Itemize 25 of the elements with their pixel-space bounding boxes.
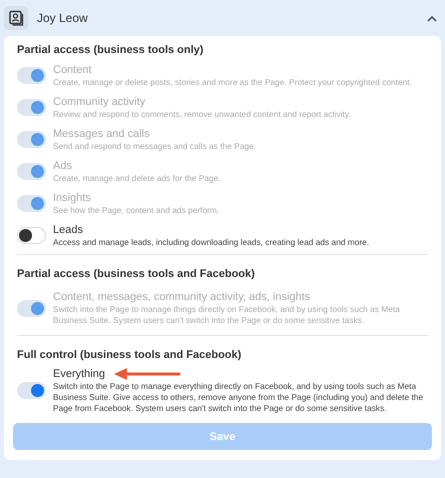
section-title: Partial access (business tools and Facebook) xyxy=(17,268,256,280)
permission-label: Insights xyxy=(53,192,91,204)
permission-label: Leads xyxy=(53,224,83,236)
permission-description: Access and manage leads, including downloading leads, creating lead ads and more. xyxy=(53,236,370,248)
permission-description: Create, manage or delete posts, stories and more as the Page. Protect your copyrighted content. xyxy=(53,76,413,88)
permission-description: Switch into the Page to manage things directly on Facebook, and by using tools such as Meta Business Suite. System users can't switch into the Page or do some sensitive tasks. xyxy=(53,304,401,326)
person-name: Joy Leow xyxy=(37,11,88,25)
section-title: Full control (business tools and Facebook) xyxy=(17,349,242,361)
permission-label: Content, messages, community activity, ads, insights xyxy=(53,290,310,304)
permission-label: Community activity xyxy=(53,96,146,108)
permission-description: Review and respond to comments, remove unwanted content and report activity. xyxy=(53,108,352,120)
permission-description: Create, manage and delete ads for the Page. xyxy=(53,172,222,184)
permission-description: See how the Page, content and ads perform. xyxy=(53,204,220,216)
permission-label: Ads xyxy=(53,160,72,172)
section-title: Partial access (business tools only) xyxy=(17,44,204,56)
toggle-switch[interactable] xyxy=(17,227,46,244)
chevron-icon[interactable] xyxy=(427,14,437,22)
permission-label: Messages and calls xyxy=(53,128,150,140)
contact-card-icon xyxy=(4,6,28,30)
permission-label: Everything xyxy=(53,368,105,380)
header-bar[interactable]: Joy Leow xyxy=(0,0,445,36)
permission-description: Switch into the Page to manage everything directly on Facebook, and by using tools such as Meta Business Suite. Give access to others, remove anyone from the Page (including you) and delete the Page from Facebook. System users can't switch into the Page or do some sensitive tasks. xyxy=(53,381,424,414)
toggle-switch[interactable] xyxy=(17,382,46,399)
permission-description: Send and respond to messages and calls as the Page. xyxy=(53,140,257,152)
permission-label: Content xyxy=(53,64,92,76)
